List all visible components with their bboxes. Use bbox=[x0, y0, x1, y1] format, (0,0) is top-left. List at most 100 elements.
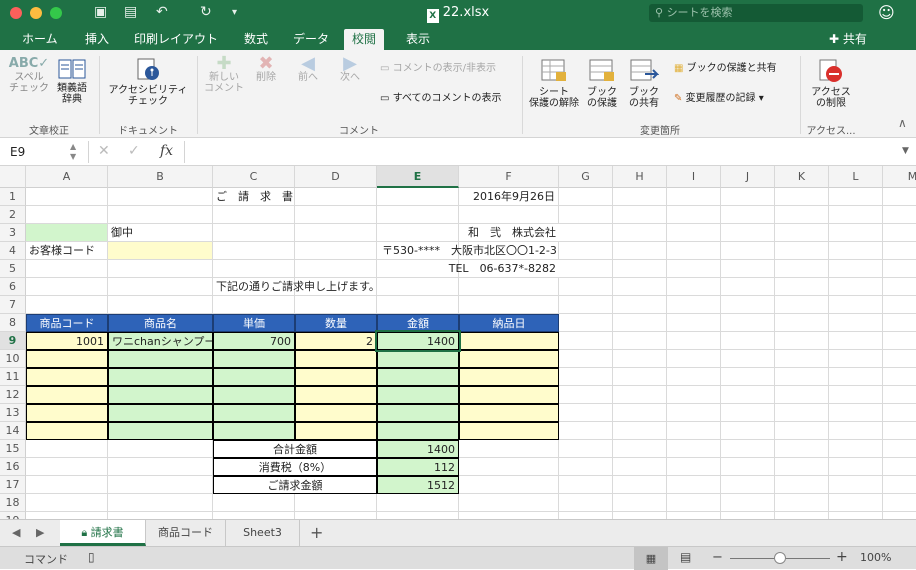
cell-j5[interactable] bbox=[721, 260, 775, 278]
cell-l5[interactable] bbox=[829, 260, 883, 278]
cell-l4[interactable] bbox=[829, 242, 883, 260]
cell-c11[interactable] bbox=[213, 368, 295, 386]
row-header-3[interactable]: 3 bbox=[0, 224, 26, 242]
cell-k10[interactable] bbox=[775, 350, 829, 368]
cell-f6[interactable] bbox=[459, 278, 559, 296]
cell-f8[interactable]: 納品日 bbox=[459, 314, 559, 332]
spreadsheet-grid[interactable]: A B C D E F G H I J K L M 1 2 3 4 5 6 7 8 9 10 11 12 13 14 15 16 17 18… bbox=[0, 166, 916, 519]
cell-m9[interactable] bbox=[883, 332, 916, 350]
cell-l18[interactable] bbox=[829, 494, 883, 512]
cell-e12[interactable] bbox=[377, 386, 459, 404]
tab-home[interactable]: ホーム bbox=[14, 29, 66, 50]
macro-record-icon[interactable]: ▯ bbox=[88, 550, 95, 564]
cell-h5[interactable] bbox=[613, 260, 667, 278]
cell-c3[interactable] bbox=[213, 224, 295, 242]
cell-i1[interactable] bbox=[667, 188, 721, 206]
cell-d10[interactable] bbox=[295, 350, 377, 368]
cell-b19[interactable] bbox=[108, 512, 213, 519]
spelling-button[interactable]: ABC✓ スペル チェック bbox=[8, 57, 50, 94]
tab-page-layout[interactable]: 印刷レイアウト bbox=[126, 29, 226, 50]
add-sheet-button[interactable]: + bbox=[310, 523, 323, 542]
cell-a5[interactable] bbox=[26, 260, 108, 278]
cell-f3[interactable]: 和 弐 株式会社 bbox=[379, 224, 559, 242]
column-header-b[interactable]: B bbox=[108, 166, 213, 188]
cell-h15[interactable] bbox=[613, 440, 667, 458]
cell-f13[interactable] bbox=[459, 404, 559, 422]
cell-d13[interactable] bbox=[295, 404, 377, 422]
previous-comment-button[interactable]: ◀ 前へ bbox=[290, 55, 326, 84]
row-header-12[interactable]: 12 bbox=[0, 386, 26, 404]
cell-j7[interactable] bbox=[721, 296, 775, 314]
cell-b13[interactable] bbox=[108, 404, 213, 422]
cell-h16[interactable] bbox=[613, 458, 667, 476]
cell-g15[interactable] bbox=[559, 440, 613, 458]
cell-b4[interactable] bbox=[108, 242, 213, 260]
cell-g14[interactable] bbox=[559, 422, 613, 440]
restrict-access-button[interactable]: アクセス の制限 bbox=[806, 58, 856, 109]
cell-j3[interactable] bbox=[721, 224, 775, 242]
cell-a8[interactable]: 商品コード bbox=[26, 314, 108, 332]
expand-formula-bar-icon[interactable]: ▼ bbox=[902, 146, 909, 156]
row-header-7[interactable]: 7 bbox=[0, 296, 26, 314]
cell-m13[interactable] bbox=[883, 404, 916, 422]
cancel-icon[interactable]: ✕ bbox=[98, 143, 110, 159]
cell-d7[interactable] bbox=[295, 296, 377, 314]
row-header-18[interactable]: 18 bbox=[0, 494, 26, 512]
cell-g12[interactable] bbox=[559, 386, 613, 404]
cell-l2[interactable] bbox=[829, 206, 883, 224]
unprotect-sheet-button[interactable]: シート 保護の解除 bbox=[528, 58, 580, 109]
cell-g9[interactable] bbox=[559, 332, 613, 350]
enter-check-icon[interactable]: ✓ bbox=[128, 143, 140, 159]
cell-m18[interactable] bbox=[883, 494, 916, 512]
cell-d12[interactable] bbox=[295, 386, 377, 404]
cell-i15[interactable] bbox=[667, 440, 721, 458]
cell-j14[interactable] bbox=[721, 422, 775, 440]
share-button[interactable]: ✚ 共有 bbox=[829, 30, 867, 47]
cell-l8[interactable] bbox=[829, 314, 883, 332]
cell-b16[interactable] bbox=[108, 458, 213, 476]
cell-b17[interactable] bbox=[108, 476, 213, 494]
cell-i8[interactable] bbox=[667, 314, 721, 332]
cell-e17[interactable]: 1512 bbox=[377, 476, 459, 494]
column-header-k[interactable]: K bbox=[775, 166, 829, 188]
tab-data[interactable]: データ bbox=[285, 29, 337, 50]
cell-c8[interactable]: 単価 bbox=[213, 314, 295, 332]
cell-b15[interactable] bbox=[108, 440, 213, 458]
cell-k4[interactable] bbox=[775, 242, 829, 260]
cell-d2[interactable] bbox=[295, 206, 377, 224]
cell-i18[interactable] bbox=[667, 494, 721, 512]
column-header-c[interactable]: C bbox=[213, 166, 295, 188]
cell-l12[interactable] bbox=[829, 386, 883, 404]
cell-k9[interactable] bbox=[775, 332, 829, 350]
cell-d11[interactable] bbox=[295, 368, 377, 386]
cell-l11[interactable] bbox=[829, 368, 883, 386]
cell-a13[interactable] bbox=[26, 404, 108, 422]
cell-g10[interactable] bbox=[559, 350, 613, 368]
cell-h18[interactable] bbox=[613, 494, 667, 512]
cell-c17[interactable]: ご請求金額 bbox=[213, 476, 377, 494]
cell-l1[interactable] bbox=[829, 188, 883, 206]
track-changes-button[interactable]: ✎ 変更履歴の記録 ▾ bbox=[674, 92, 764, 106]
column-header-g[interactable]: G bbox=[559, 166, 613, 188]
cell-h1[interactable] bbox=[613, 188, 667, 206]
row-header-13[interactable]: 13 bbox=[0, 404, 26, 422]
cell-a15[interactable] bbox=[26, 440, 108, 458]
column-header-a[interactable]: A bbox=[26, 166, 108, 188]
cell-c14[interactable] bbox=[213, 422, 295, 440]
cell-k5[interactable] bbox=[775, 260, 829, 278]
cell-e6[interactable] bbox=[377, 278, 459, 296]
cell-m16[interactable] bbox=[883, 458, 916, 476]
cell-g2[interactable] bbox=[559, 206, 613, 224]
name-box-stepper-icon[interactable]: ▲ ▼ bbox=[70, 142, 76, 162]
share-book-button[interactable]: ブック の共有 bbox=[626, 58, 662, 109]
cell-b6[interactable] bbox=[108, 278, 213, 296]
row-header-1[interactable]: 1 bbox=[0, 188, 26, 206]
cell-d9[interactable]: 2 bbox=[295, 332, 377, 350]
cell-c16[interactable]: 消費税（8%） bbox=[213, 458, 377, 476]
cell-c6[interactable]: 下記の通りご請求申し上げます。 bbox=[213, 278, 380, 296]
cell-a14[interactable] bbox=[26, 422, 108, 440]
cell-j8[interactable] bbox=[721, 314, 775, 332]
cell-f17[interactable] bbox=[459, 476, 559, 494]
cell-e11[interactable] bbox=[377, 368, 459, 386]
cell-k6[interactable] bbox=[775, 278, 829, 296]
